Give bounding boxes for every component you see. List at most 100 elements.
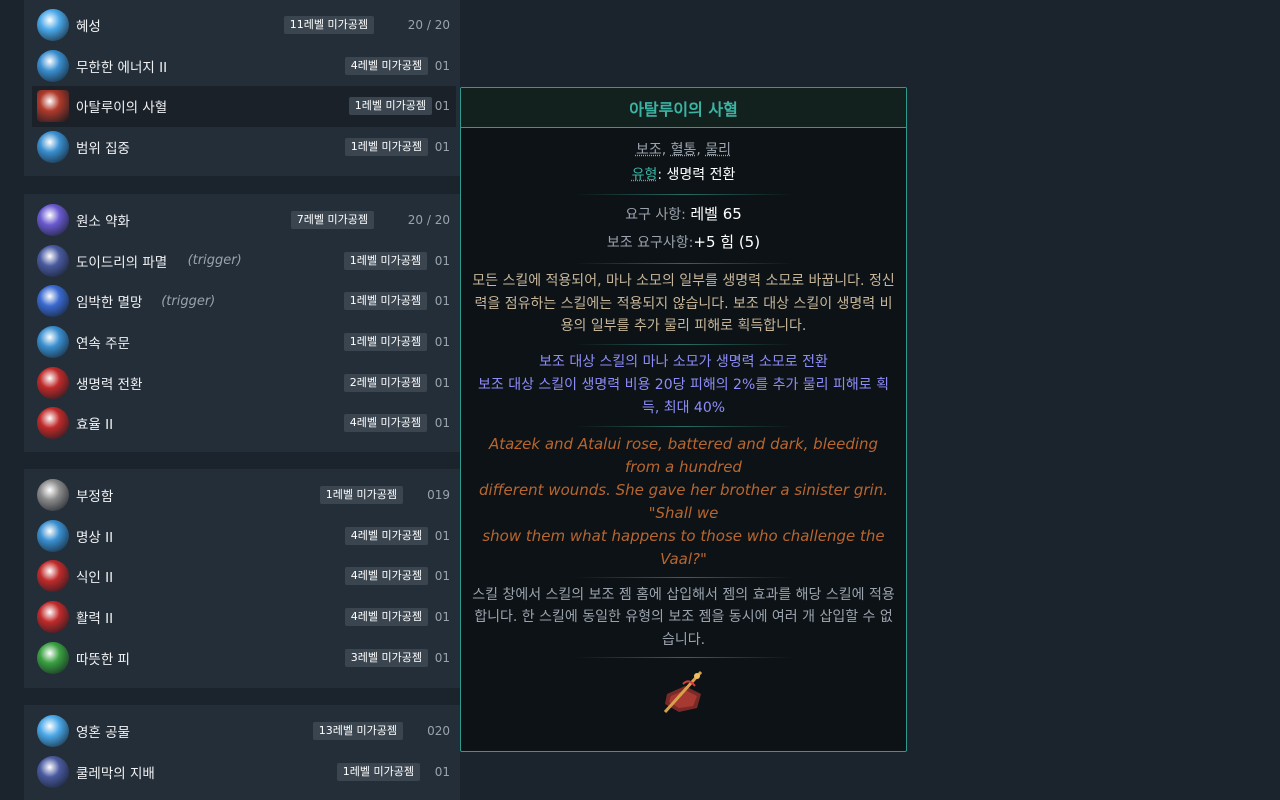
gem-row[interactable]: 임박한 멸망 (trigger) 1레벨 미가공젬 01: [24, 281, 460, 322]
gem-row[interactable]: 따뜻한 피 3레벨 미가공젬 01: [24, 637, 460, 678]
gem-level-badge: 1레벨 미가공젬: [348, 97, 432, 116]
life-gem-icon: [37, 366, 69, 399]
gem-level-badge: 1레벨 미가공젬: [343, 292, 427, 311]
bloodletting-gem-icon: [37, 90, 69, 123]
tooltip-header: 아탈루이의 사혈: [461, 88, 906, 128]
gem-level-badge: 4레벨 미가공젬: [344, 526, 428, 545]
gem-name: 아탈루이의 사혈: [76, 100, 168, 117]
bloodletting-art-icon: [657, 664, 711, 718]
gem-name: 쿨레막의 지배: [76, 765, 155, 782]
gem-level-badge: 1레벨 미가공젬: [319, 486, 403, 505]
tag-support[interactable]: 보조: [636, 142, 662, 158]
comet-gem-icon: [37, 9, 69, 42]
requirement-line: 요구 사항: 레벨 65: [471, 201, 896, 229]
gem-row[interactable]: 부정함 1레벨 미가공젬 019: [24, 475, 460, 516]
type-value: 생명력 전환: [666, 167, 736, 183]
trigger-label: (trigger): [187, 253, 242, 269]
separator: [573, 194, 794, 195]
gem-name: 혜성: [76, 19, 101, 36]
gem-row[interactable]: 활력 II 4레벨 미가공젬 01: [24, 597, 460, 638]
unholy-gem-icon: [37, 479, 69, 512]
flavor-text: Atazek and Atalui rose, battered and dar…: [471, 433, 896, 571]
gem-row[interactable]: 영혼 공물 13레벨 미가공젬 020: [24, 711, 460, 752]
doedre-gem-icon: [37, 244, 69, 277]
req-value: 레벨 65: [690, 205, 742, 223]
gem-level-badge: 7레벨 미가공젬: [290, 211, 374, 230]
gem-row[interactable]: 범위 집중 1레벨 미가공젬 01: [24, 127, 460, 168]
energy-gem-icon: [37, 49, 69, 82]
gem-count: 01: [434, 764, 450, 779]
gem-row[interactable]: 원소 약화 7레벨 미가공젬 20 / 20: [24, 200, 460, 241]
help-text: 스킬 창에서 스킬의 보조 젬 홈에 삽입해서 젬의 효과를 해당 스킬에 적용…: [472, 586, 895, 648]
trigger-label: (trigger): [161, 293, 216, 309]
elemental-gem-icon: [37, 204, 69, 237]
gem-row[interactable]: 혜성 11레벨 미가공젬 20 / 20: [24, 5, 460, 46]
gem-level-badge: 4레벨 미가공젬: [343, 414, 427, 433]
gem-level-badge: 4레벨 미가공젬: [344, 56, 428, 75]
gem-count: 20 / 20: [407, 18, 450, 33]
separator: [573, 343, 794, 345]
gem-name: 영혼 공물: [76, 725, 130, 742]
gem-level-badge: 1레벨 미가공젬: [336, 762, 420, 781]
gem-name: 무한한 에너지 II: [76, 59, 168, 76]
separator: [573, 657, 794, 658]
gem-row[interactable]: 아탈루이의 사혈 1레벨 미가공젬 01: [32, 86, 456, 127]
support-req-value: +5 힘 (5): [693, 233, 761, 251]
tag-lineage[interactable]: 혈통: [671, 142, 697, 158]
tooltip-type: 유형: 생명력 전환: [631, 167, 736, 183]
gem-row[interactable]: 생명력 전환 2레벨 미가공젬 01: [24, 362, 460, 403]
flavor-line: different wounds. She gave her brother a…: [479, 480, 888, 522]
gem-level-badge: 1레벨 미가공젬: [343, 251, 427, 270]
gem-group-panel: 혜성 11레벨 미가공젬 20 / 20 무한한 에너지 II 4레벨 미가공젬 01 아탈…: [24, 0, 460, 176]
flavor-line: show them what happens to those who chal…: [482, 526, 885, 568]
gem-count: 01: [434, 99, 450, 114]
gem-count: 01: [434, 416, 450, 431]
gem-name: 부정함: [76, 489, 114, 506]
gem-name: 생명력 전환: [76, 376, 143, 393]
tooltip-tags: 보조, 혈통, 물리: [635, 142, 732, 158]
support-requirement-line: 보조 요구사항:+5 힘 (5): [471, 229, 896, 257]
gem-tooltip: 아탈루이의 사혈 보조, 혈통, 물리 유형: 생명력 전환 요구 사항: 레벨…: [460, 87, 907, 752]
gem-level-badge: 2레벨 미가공젬: [343, 373, 427, 392]
gem-count: 20 / 20: [407, 213, 450, 228]
gem-count: 019: [427, 488, 450, 503]
type-label[interactable]: 유형: [632, 167, 658, 183]
gem-row[interactable]: 연속 주문 1레벨 미가공젬 01: [24, 322, 460, 363]
gem-count: 01: [434, 294, 450, 309]
gem-count: 01: [434, 569, 450, 584]
gem-name: 원소 약화: [76, 214, 130, 231]
gem-row[interactable]: 무한한 에너지 II 4레벨 미가공젬 01: [24, 46, 460, 87]
gem-name: 임박한 멸망: [76, 295, 143, 312]
gem-level-badge: 1레벨 미가공젬: [344, 138, 428, 157]
gem-level-badge: 13레벨 미가공젬: [312, 722, 403, 741]
gem-count: 01: [434, 375, 450, 390]
soul-offering-gem-icon: [37, 715, 69, 748]
vitality-gem-icon: [37, 601, 69, 634]
gem-name: 따뜻한 피: [76, 651, 130, 668]
gem-row[interactable]: 식인 II 4레벨 미가공젬 01: [24, 556, 460, 597]
efficiency-gem-icon: [37, 407, 69, 440]
gem-name: 연속 주문: [76, 336, 130, 353]
gem-count: 01: [434, 528, 450, 543]
mod-line: 보조 대상 스킬이 생명력 비용 20당 피해의 2%를 추가 물리 피해로 획…: [478, 376, 889, 416]
support-req-label: 보조 요구사항:: [606, 235, 694, 251]
gem-row[interactable]: 쿨레막의 지배 1레벨 미가공젬 01: [24, 752, 460, 793]
gem-name: 식인 II: [76, 570, 114, 587]
gem-group-panel: 영혼 공물 13레벨 미가공젬 020 쿨레막의 지배 1레벨 미가공젬 01: [24, 705, 460, 800]
gem-level-badge: 4레벨 미가공젬: [344, 567, 428, 586]
gem-row[interactable]: 명상 II 4레벨 미가공젬 01: [24, 516, 460, 557]
separator: [573, 425, 794, 427]
gem-row[interactable]: 도이드리의 파멸 (trigger) 1레벨 미가공젬 01: [24, 241, 460, 282]
tag-physical[interactable]: 물리: [705, 142, 731, 158]
tooltip-title: 아탈루이의 사혈: [629, 99, 738, 119]
gem-level-badge: 4레벨 미가공젬: [344, 608, 428, 627]
gem-count: 01: [434, 650, 450, 665]
gem-row[interactable]: 효율 II 4레벨 미가공젬 01: [24, 403, 460, 444]
gem-name: 활력 II: [76, 611, 114, 628]
area-gem-icon: [37, 131, 69, 164]
doom-gem-icon: [37, 285, 69, 318]
gem-count: 01: [434, 335, 450, 350]
gem-count: 01: [434, 253, 450, 268]
gem-name: 효율 II: [76, 417, 114, 434]
tooltip-description: 모든 스킬에 적용되어, 마나 소모의 일부를 생명력 소모로 바꿉니다. 정신…: [472, 273, 895, 334]
